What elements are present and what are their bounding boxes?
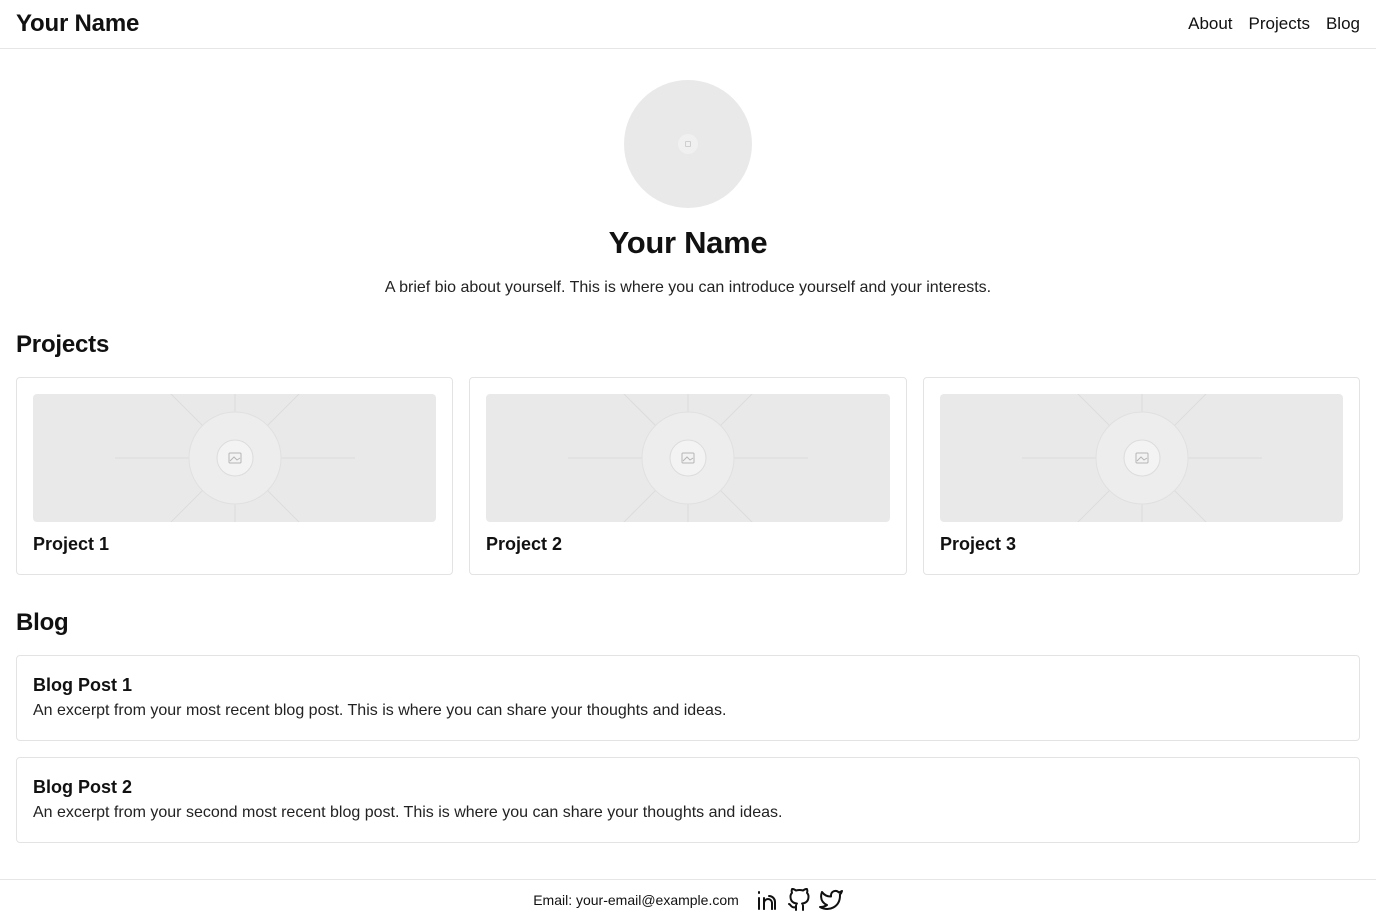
hero-bio: A brief bio about yourself. This is wher… bbox=[384, 279, 992, 296]
nav-link-projects[interactable]: Projects bbox=[1249, 14, 1310, 34]
blog-list: Blog Post 1 An excerpt from your most re… bbox=[16, 655, 1360, 843]
hero-section: Your Name A brief bio about yourself. Th… bbox=[0, 49, 1376, 297]
project-title: Project 1 bbox=[33, 534, 110, 554]
nav-link-blog[interactable]: Blog bbox=[1326, 14, 1360, 34]
linkedin-icon[interactable] bbox=[755, 888, 779, 912]
nav-link-about[interactable]: About bbox=[1188, 14, 1232, 34]
hero-name: Your Name bbox=[608, 225, 768, 260]
project-title: Project 2 bbox=[486, 534, 563, 554]
project-thumbnail bbox=[33, 394, 436, 522]
top-navbar: Your Name About Projects Blog bbox=[0, 0, 1376, 49]
twitter-icon[interactable] bbox=[818, 888, 843, 912]
image-placeholder-icon bbox=[678, 134, 698, 154]
projects-grid: Project 1 Project 2 Project 3 bbox=[16, 377, 1360, 575]
project-card-1[interactable]: Project 1 bbox=[16, 377, 453, 575]
blog-post-card-1[interactable]: Blog Post 1 An excerpt from your most re… bbox=[16, 655, 1360, 741]
blog-post-title: Blog Post 2 bbox=[33, 777, 133, 797]
project-card-2[interactable]: Project 2 bbox=[469, 377, 907, 575]
blog-post-excerpt: An excerpt from your most recent blog po… bbox=[33, 702, 727, 719]
footer-email[interactable]: Email: your-email@example.com bbox=[533, 892, 739, 908]
avatar bbox=[624, 80, 752, 208]
site-brand[interactable]: Your Name bbox=[16, 10, 139, 38]
project-card-3[interactable]: Project 3 bbox=[923, 377, 1360, 575]
project-title: Project 3 bbox=[940, 534, 1017, 554]
social-links bbox=[755, 888, 843, 912]
project-thumbnail bbox=[486, 394, 890, 522]
main-nav: About Projects Blog bbox=[1188, 14, 1360, 34]
blog-post-title: Blog Post 1 bbox=[33, 675, 133, 695]
blog-section: Blog Blog Post 1 An excerpt from your mo… bbox=[0, 609, 1376, 843]
blog-post-excerpt: An excerpt from your second most recent … bbox=[33, 804, 783, 821]
project-thumbnail bbox=[940, 394, 1343, 522]
blog-post-card-2[interactable]: Blog Post 2 An excerpt from your second … bbox=[16, 757, 1360, 843]
footer: Email: your-email@example.com bbox=[0, 879, 1376, 920]
image-placeholder-icon bbox=[114, 394, 355, 522]
image-placeholder-icon bbox=[568, 394, 808, 522]
projects-section: Projects Project 1 Project 2 Project 3 bbox=[0, 331, 1376, 575]
blog-heading: Blog bbox=[16, 609, 69, 636]
projects-heading: Projects bbox=[16, 331, 110, 358]
image-placeholder-icon bbox=[1021, 394, 1262, 522]
github-icon[interactable] bbox=[787, 888, 811, 912]
